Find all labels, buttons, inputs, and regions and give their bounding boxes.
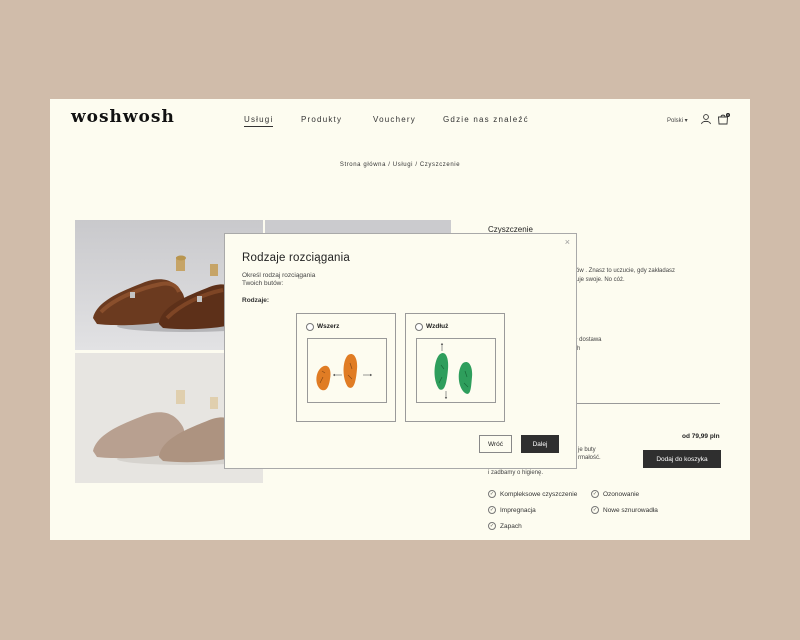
nav-item-gdzie-nas-znalezc[interactable]: Gdzie nas znaleźć (443, 115, 529, 124)
option-wzdluz[interactable]: Wzdłuż (405, 313, 505, 422)
product-shipping-info: + dostawa ch (574, 336, 602, 354)
product-description: ów . Znasz to uczucie, gdy zakładasz uje… (576, 267, 726, 285)
breadcrumb: Strona główna / Usługi / Czyszczenie (339, 162, 461, 168)
lengthwise-stretch-illustration (416, 338, 496, 403)
product-hygiene-note: i zadbamy o higienę. (488, 470, 544, 476)
nav-item-produkty[interactable]: Produkty (301, 115, 342, 124)
option-wzdluz-label: Wzdłuż (426, 323, 449, 330)
radio-wszerz[interactable] (306, 323, 314, 331)
product-note-line: je buty (578, 447, 596, 453)
feature-item: ✓ Impregnacja (488, 506, 536, 514)
nav-item-vouchery[interactable]: Vouchery (373, 115, 416, 124)
modal-subtitle: Określ rodzaj rozciągania Twoich butów: (242, 272, 352, 287)
option-wszerz[interactable]: Wszerz (296, 313, 396, 422)
radio-wzdluz[interactable] (415, 323, 423, 331)
feature-label: Nowe sznurowadła (603, 506, 658, 514)
feature-item: ✓ Zapach (488, 522, 522, 530)
back-button[interactable]: Wróć (479, 435, 512, 453)
main-nav: Usługi Produkty Vouchery Gdzie nas znale… (50, 115, 750, 127)
language-select[interactable]: Polski ▾ (667, 117, 688, 124)
nav-item-uslugi[interactable]: Usługi (244, 115, 274, 127)
feature-item: ✓ Ozonowanie (591, 490, 639, 498)
check-icon: ✓ (488, 522, 496, 530)
product-note-line: rmałość. (578, 455, 601, 461)
option-wszerz-label: Wszerz (317, 323, 340, 330)
modal-title: Rodzaje rozciągania (242, 252, 351, 264)
feature-item: ✓ Nowe sznurowadła (591, 506, 658, 514)
feature-label: Ozonowanie (603, 490, 640, 498)
user-icon[interactable] (700, 112, 712, 125)
check-icon: ✓ (488, 506, 496, 514)
product-note: je buty rmałość. (578, 446, 601, 462)
shipping-line: ch (574, 346, 581, 352)
feature-label: Kompleksowe czyszczenie (500, 490, 578, 498)
modal-kinds-label: Rodzaje: (242, 297, 270, 304)
next-button[interactable]: Dalej (521, 435, 559, 453)
feature-label: Impregnacja (500, 506, 536, 514)
product-description-line: uje swoje. No cóż. (576, 277, 625, 283)
product-description-line: ów . Znasz to uczucie, gdy zakładasz (576, 268, 676, 274)
check-icon: ✓ (488, 490, 496, 498)
product-price: od 79,99 pln (682, 433, 720, 440)
check-icon: ✓ (591, 490, 599, 498)
modal-subtitle-line: Określ rodzaj rozciągania (242, 272, 316, 279)
add-to-cart-button[interactable]: Dodaj do koszyka (643, 450, 721, 468)
feature-label: Zapach (500, 522, 522, 530)
check-icon: ✓ (591, 506, 599, 514)
modal-subtitle-line: Twoich butów: (242, 279, 284, 287)
close-icon[interactable]: × (565, 237, 570, 247)
shipping-line: + dostawa (574, 337, 602, 343)
stretch-type-modal: × Rodzaje rozciągania Określ rodzaj rozc… (224, 233, 577, 469)
widthwise-stretch-illustration (307, 338, 387, 403)
cart-icon[interactable]: 0 (717, 112, 730, 125)
feature-item: ✓ Kompleksowe czyszczenie (488, 490, 577, 498)
